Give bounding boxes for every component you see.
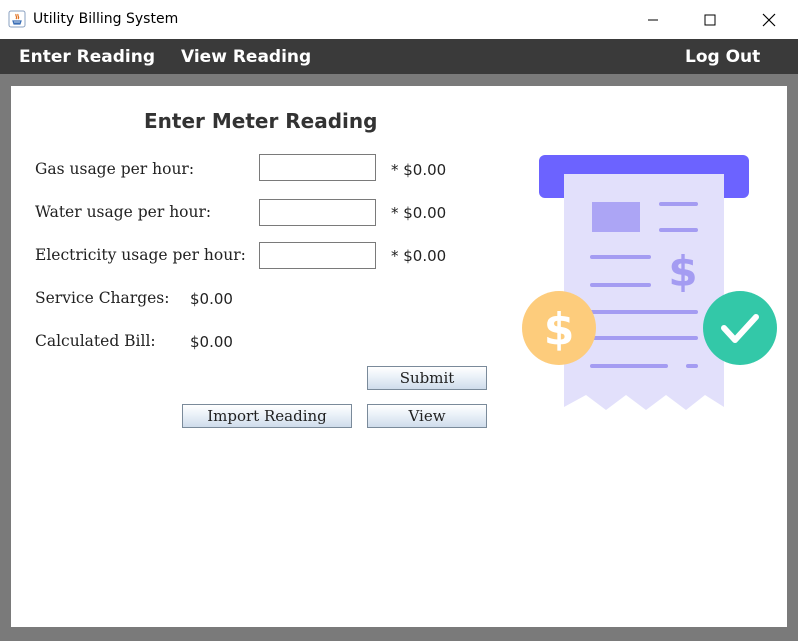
view-button[interactable]: View xyxy=(367,404,487,428)
close-button[interactable] xyxy=(746,0,792,39)
minimize-button[interactable] xyxy=(630,0,676,39)
import-reading-button[interactable]: Import Reading xyxy=(182,404,352,428)
receipt-paper xyxy=(564,174,724,410)
gas-label: Gas usage per hour: xyxy=(35,160,195,178)
page-title: Enter Meter Reading xyxy=(144,109,378,133)
water-label: Water usage per hour: xyxy=(35,203,212,221)
menu-enter-reading[interactable]: Enter Reading xyxy=(19,47,155,67)
electricity-label: Electricity usage per hour: xyxy=(35,246,246,264)
gas-usage-input[interactable] xyxy=(259,154,376,181)
content-panel: Enter Meter Reading Gas usage per hour: … xyxy=(11,86,787,627)
minimize-icon xyxy=(648,19,658,20)
close-icon xyxy=(762,13,776,26)
submit-button[interactable]: Submit xyxy=(367,366,487,390)
receipt-image-block xyxy=(592,202,640,232)
service-charges-value: $0.00 xyxy=(190,290,233,308)
water-cost: * $0.00 xyxy=(391,204,447,222)
calculated-bill-label: Calculated Bill: xyxy=(35,332,156,350)
gas-cost: * $0.00 xyxy=(391,161,447,179)
electricity-cost: * $0.00 xyxy=(391,247,447,265)
java-app-icon xyxy=(8,10,26,28)
coin-dollar-sign: $ xyxy=(544,304,575,355)
maximize-icon xyxy=(704,14,716,25)
menu-view-reading[interactable]: View Reading xyxy=(181,47,311,67)
checkmark-badge-icon xyxy=(703,291,777,365)
app-window: Utility Billing System Enter Reading Vie… xyxy=(0,0,798,641)
service-charges-label: Service Charges: xyxy=(35,289,170,307)
water-usage-input[interactable] xyxy=(259,199,376,226)
calculated-bill-value: $0.00 xyxy=(190,333,233,351)
window-title: Utility Billing System xyxy=(33,11,179,27)
electricity-usage-input[interactable] xyxy=(259,242,376,269)
receipt-illustration: $ $ xyxy=(522,155,777,410)
receipt-dollar-sign: $ xyxy=(668,247,697,296)
title-bar: Utility Billing System xyxy=(0,0,798,39)
menu-log-out[interactable]: Log Out xyxy=(685,47,760,67)
menu-bar: Enter Reading View Reading Log Out xyxy=(0,39,798,74)
maximize-button[interactable] xyxy=(687,0,733,39)
